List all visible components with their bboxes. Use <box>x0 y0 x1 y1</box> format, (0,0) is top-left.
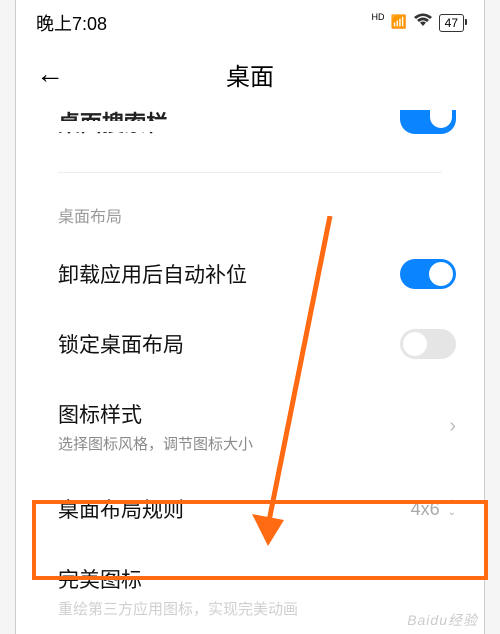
phone-screen: 晚上7:08 HD 📶 47 ← 桌面 桌面搜索栏 桌面布局 卸载应用后自动补位… <box>15 0 485 634</box>
page-title: 桌面 <box>226 57 274 92</box>
header: ← 桌面 <box>16 42 484 110</box>
row-icon-style[interactable]: 图标样式 选择图标风格，调节图标大小 › <box>16 379 484 474</box>
wifi-icon <box>413 13 433 33</box>
up-down-icon: ⌃⌄ <box>448 501 456 517</box>
status-right: HD 📶 47 <box>371 13 464 33</box>
watermark: Baidu经验 <box>407 610 478 630</box>
row-label: 桌面布局规则 <box>58 494 411 524</box>
toggle-auto-fill[interactable] <box>400 259 456 289</box>
status-time: 晚上7:08 <box>36 10 107 36</box>
row-lock-layout[interactable]: 锁定桌面布局 <box>16 309 484 379</box>
battery-icon: 47 <box>439 14 464 32</box>
row-label: 完美图标 <box>58 564 456 594</box>
signal-icon: 📶 <box>390 14 406 30</box>
chevron-right-icon: › <box>449 415 456 438</box>
section-header: 桌面布局 <box>16 173 484 239</box>
row-label: 锁定桌面布局 <box>58 329 400 359</box>
row-value: 4x6 <box>411 499 440 520</box>
row-perfect-icon[interactable]: 完美图标 重绘第三方应用图标，实现完美动画 <box>16 544 484 619</box>
row-desc: 选择图标风格，调节图标大小 <box>58 433 449 454</box>
hd-icon: HD <box>371 12 384 22</box>
row-label: 卸载应用后自动补位 <box>58 259 400 289</box>
row-label: 图标样式 <box>58 399 449 429</box>
row-desc: 重绘第三方应用图标，实现完美动画 <box>58 598 456 619</box>
row-layout-rule[interactable]: 桌面布局规则 4x6 ⌃⌄ <box>16 474 484 544</box>
toggle-lock-layout[interactable] <box>400 329 456 359</box>
toggle-desktop-search[interactable] <box>400 110 456 134</box>
status-bar: 晚上7:08 HD 📶 47 <box>16 0 484 42</box>
row-desktop-search[interactable]: 桌面搜索栏 <box>16 106 484 152</box>
row-label: 桌面搜索栏 <box>58 106 168 138</box>
back-button[interactable]: ← <box>36 60 64 88</box>
row-auto-fill[interactable]: 卸载应用后自动补位 <box>16 239 484 309</box>
